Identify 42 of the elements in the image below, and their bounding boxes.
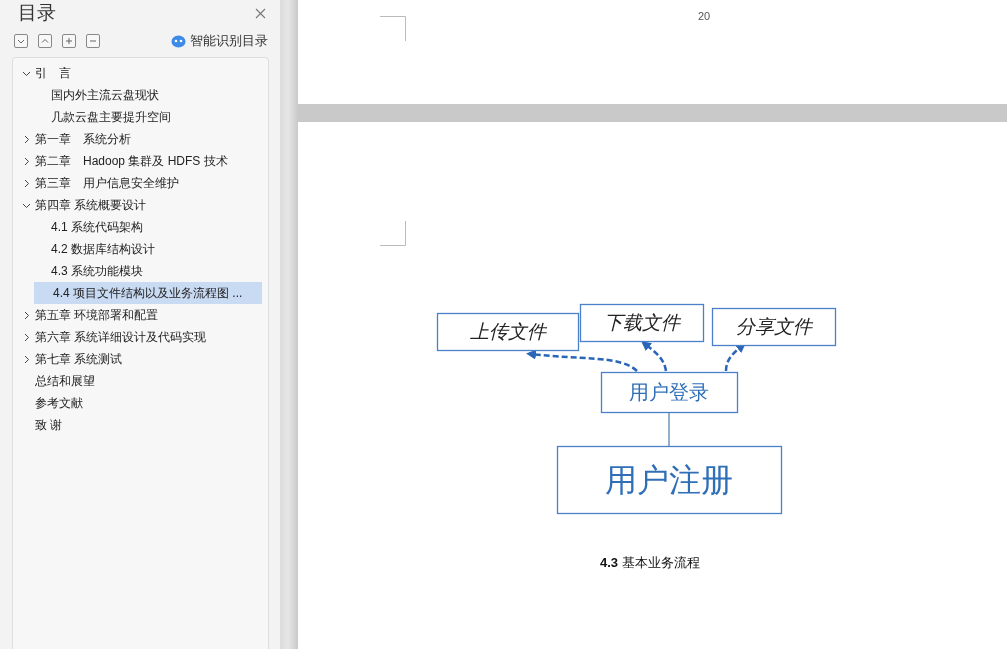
plus-icon[interactable] — [62, 34, 76, 48]
toc-item[interactable]: 4.1 系统代码架构 — [13, 216, 262, 238]
toc-item[interactable]: 致 谢 — [13, 414, 262, 436]
expand-all-icon[interactable] — [14, 34, 28, 48]
connector-line — [668, 411, 670, 447]
toc-item[interactable]: 第一章 系统分析 — [13, 128, 262, 150]
caret-icon[interactable] — [22, 134, 31, 144]
toc-item[interactable]: 国内外主流云盘现状 — [13, 84, 262, 106]
toc-item[interactable]: 第七章 系统测试 — [13, 348, 262, 370]
toc-item[interactable]: 参考文献 — [13, 392, 262, 414]
caret-icon[interactable] — [22, 310, 31, 320]
close-icon[interactable] — [255, 7, 266, 19]
toc-item[interactable]: 第二章 Hadoop 集群及 HDFS 技术 — [13, 150, 262, 172]
toc-item[interactable]: 第三章 用户信息安全维护 — [13, 172, 262, 194]
login-node: 用户登录 — [600, 371, 739, 414]
toc-item[interactable]: 第六章 系统详细设计及代码实现 — [13, 326, 262, 348]
action-node: 上传文件 — [436, 312, 580, 352]
toc-item[interactable]: 4.4 项目文件结构以及业务流程图 ... — [34, 282, 262, 304]
minus-icon[interactable] — [86, 34, 100, 48]
caret-icon[interactable] — [22, 156, 31, 166]
figure-caption: 4.3 基本业务流程 — [600, 554, 700, 572]
action-node: 分享文件 — [711, 307, 837, 347]
toc-item[interactable]: 引 言 — [13, 62, 262, 84]
toc-item[interactable]: 第五章 环境部署和配置 — [13, 304, 262, 326]
register-node: 用户注册 — [556, 445, 783, 515]
page-number: 20 — [698, 10, 711, 22]
toc-item[interactable]: 4.2 数据库结构设计 — [13, 238, 262, 260]
toc-item[interactable]: 第四章 系统概要设计 — [13, 194, 262, 216]
toc-item[interactable]: 4.3 系统功能模块 — [13, 260, 262, 282]
action-node: 下载文件 — [579, 303, 705, 343]
caret-icon[interactable] — [22, 354, 31, 364]
caret-icon[interactable] — [22, 332, 31, 342]
crop-mark — [380, 16, 406, 41]
toc-item[interactable]: 总结和展望 — [13, 370, 262, 392]
smart-toc-button[interactable]: 智能识别目录 — [171, 32, 268, 50]
caret-icon[interactable] — [22, 178, 31, 188]
toc-item[interactable]: 几款云盘主要提升空间 — [13, 106, 262, 128]
arrow — [641, 340, 668, 372]
robot-icon — [171, 34, 186, 48]
collapse-all-icon[interactable] — [38, 34, 52, 48]
crop-mark — [380, 221, 406, 246]
panel-title: 目录 — [18, 1, 56, 25]
